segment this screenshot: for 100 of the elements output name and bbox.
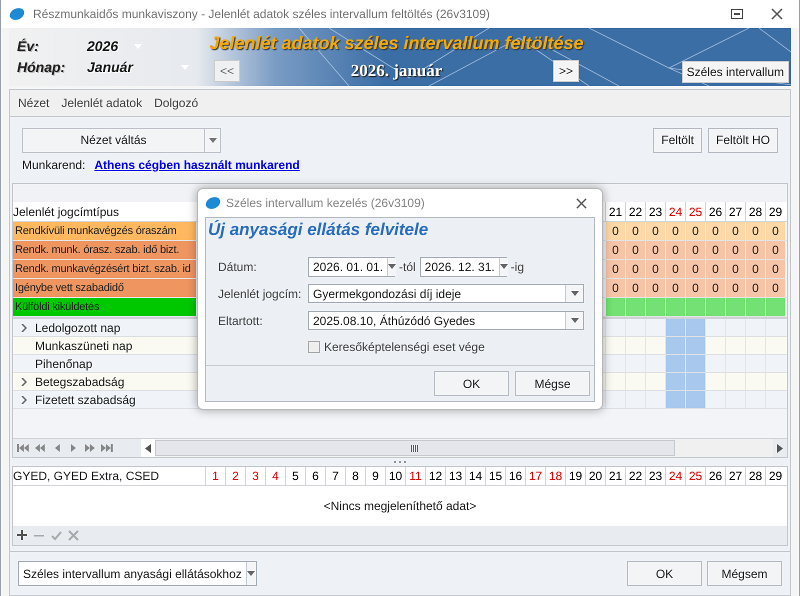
- grid-cell: 0: [665, 279, 685, 297]
- grid-cell: 0: [745, 241, 765, 259]
- month-value[interactable]: Január: [87, 57, 133, 78]
- interval-combo[interactable]: Széles intervallum anyasági ellátásokhoz: [18, 561, 257, 586]
- row-label: Igénybe vett szabadidő: [13, 279, 196, 297]
- grid-cell: 0: [705, 222, 725, 240]
- day-header: 26: [705, 202, 725, 221]
- to-suffix: -ig: [510, 258, 524, 276]
- grid-cell: 0: [725, 222, 745, 240]
- grid-cell: 0: [605, 260, 625, 278]
- button[interactable]: Feltölt HO: [708, 128, 778, 152]
- date-to-field[interactable]: 2026. 12. 31.: [420, 256, 507, 276]
- row-label: Rendkívüli munkavégzés óraszám: [13, 222, 196, 240]
- dialog-title: Széles intervallum kezelés (26v3109): [226, 195, 426, 212]
- previous-button[interactable]: <<: [214, 60, 240, 82]
- view-combo[interactable]: Nézet váltás: [22, 128, 221, 152]
- grid-cell: 0: [705, 260, 725, 278]
- tree-item[interactable]: Fizetett szabadság: [35, 390, 136, 408]
- day-header: 21: [605, 467, 625, 485]
- button[interactable]: Mégsem: [707, 561, 782, 586]
- button[interactable]: Mégse: [515, 371, 590, 396]
- day-header: 8: [345, 467, 365, 485]
- day-header: 20: [585, 467, 605, 485]
- grid-cell: 0: [705, 241, 725, 259]
- grid-cell: 0: [725, 260, 745, 278]
- grid-cell: 0: [665, 222, 685, 240]
- day-header: 10: [385, 467, 405, 485]
- day-header: 28: [745, 202, 765, 221]
- day-header: 22: [625, 202, 645, 221]
- menu-item[interactable]: Nézet: [18, 94, 50, 112]
- grid-cell: 0: [745, 279, 765, 297]
- day-header: 2: [225, 467, 245, 485]
- grid-cell: 0: [685, 260, 705, 278]
- grid-cell: 0: [625, 279, 645, 297]
- row-label: Rendk. munkavégzésért bizt. szab. id: [13, 260, 196, 278]
- day-header: 16: [505, 467, 525, 485]
- day-header: 5: [285, 467, 305, 485]
- grid-cell: 0: [725, 279, 745, 297]
- menu-item[interactable]: Dolgozó: [154, 94, 198, 112]
- from-suffix: -tól: [399, 258, 416, 276]
- grid-cell: 0: [645, 279, 665, 297]
- menu-item[interactable]: Jelenlét adatok: [61, 94, 142, 112]
- tree-item[interactable]: Betegszabadság: [35, 372, 124, 390]
- type-label: Jelenlét jogcím:: [218, 286, 302, 302]
- day-header: 17: [525, 467, 545, 485]
- period-label: 2026. január: [350, 60, 442, 82]
- mode-button[interactable]: Széles intervallum: [682, 61, 789, 83]
- grid-cell: 0: [725, 241, 745, 259]
- button[interactable]: OK: [434, 371, 509, 396]
- grid-cell: 0: [665, 241, 685, 259]
- day-header: 25: [685, 202, 705, 221]
- row-label: Külföldi kiküldetés: [13, 298, 196, 316]
- button[interactable]: Feltölt: [653, 128, 702, 152]
- dependent-combo[interactable]: 2025.08.10, Áthúzódó Gyedes: [308, 311, 584, 330]
- tree-item[interactable]: Ledolgozott nap: [35, 318, 120, 336]
- button[interactable]: OK: [627, 561, 702, 586]
- grid-cell: 0: [745, 222, 765, 240]
- day-header: 24: [665, 202, 685, 221]
- grid-cell: 0: [645, 241, 665, 259]
- day-header: 1: [205, 467, 225, 485]
- day-header: 13: [445, 467, 465, 485]
- grid-cell: 0: [665, 260, 685, 278]
- day-header: 19: [565, 467, 585, 485]
- dialog-heading: Új anyasági ellátás felvitele: [207, 219, 430, 241]
- month-label: Hónap:: [17, 58, 66, 77]
- day-header: 18: [545, 467, 565, 485]
- day-header: 29: [765, 202, 785, 221]
- year-label: Év:: [17, 37, 40, 56]
- day-header: 25: [685, 467, 705, 485]
- schedule-label: Munkarend:: [22, 157, 86, 174]
- grid-cell: 0: [645, 222, 665, 240]
- date-label: Dátum:: [218, 258, 258, 276]
- grid-cell: 0: [625, 222, 645, 240]
- day-header: 3: [245, 467, 265, 485]
- day-header: 14: [465, 467, 485, 485]
- checkbox-label: Keresőképtelenségi eset vége: [324, 338, 485, 356]
- grid-cell: 0: [765, 241, 785, 259]
- column-header: GYED, GYED Extra, CSED: [13, 468, 160, 485]
- tree-item[interactable]: Munkaszüneti nap: [35, 336, 132, 354]
- grid-cell: 0: [605, 241, 625, 259]
- row-label: Rendk. munk. órasz. szab. idő bizt.: [13, 241, 196, 259]
- schedule-link[interactable]: Athens cégben használt munkarend: [94, 156, 300, 174]
- grid-cell: 0: [625, 241, 645, 259]
- grid-cell: 0: [685, 222, 705, 240]
- day-header: 24: [665, 467, 685, 485]
- day-header: 23: [645, 202, 665, 221]
- year-value[interactable]: 2026: [87, 36, 118, 57]
- dependent-label: Eltartott:: [218, 312, 264, 330]
- grid-cell: 0: [605, 222, 625, 240]
- banner-title: Jelenlét adatok széles intervallum feltöltése: [209, 32, 584, 55]
- day-header: 12: [425, 467, 445, 485]
- date-from-field[interactable]: 2026. 01. 01.: [308, 256, 395, 276]
- tree-item[interactable]: Pihenőnap: [35, 354, 92, 372]
- day-header: 27: [725, 467, 745, 485]
- next-button[interactable]: >>: [553, 60, 579, 82]
- day-header: 6: [305, 467, 325, 485]
- type-combo[interactable]: Gyermekgondozási díj ideje: [308, 284, 584, 303]
- grid-cell: 0: [645, 260, 665, 278]
- day-header: 15: [485, 467, 505, 485]
- grid-cell: 0: [765, 279, 785, 297]
